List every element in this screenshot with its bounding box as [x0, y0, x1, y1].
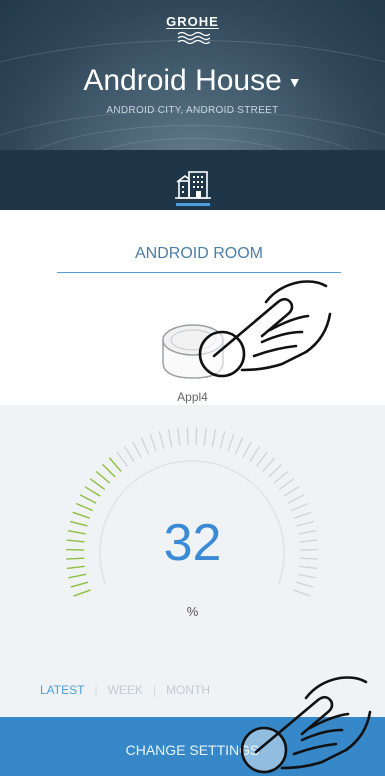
house-title: Android House — [83, 64, 282, 97]
gauge-tick — [297, 573, 316, 579]
gauge-value: 32 — [163, 514, 222, 572]
gauge-tick — [211, 429, 217, 448]
gauge-tick — [268, 463, 283, 478]
gauge-unit: % — [186, 604, 199, 619]
gauge-tick — [70, 581, 89, 588]
gauge-tick — [255, 451, 268, 467]
gauge-tick — [219, 431, 226, 449]
gauge-tick — [278, 478, 295, 490]
gauge-tick — [249, 446, 261, 463]
gauge-tick — [242, 441, 252, 459]
tab-separator: | — [94, 683, 98, 697]
gauge-tick — [101, 463, 116, 478]
tab-month[interactable]: MONTH — [166, 683, 210, 697]
gauge-tick — [68, 573, 87, 579]
water-waves-icon — [177, 31, 210, 45]
gauge-tick — [149, 433, 157, 452]
gauge-tick — [167, 429, 173, 448]
gauge-tick — [234, 437, 244, 455]
gauge-tick — [177, 427, 181, 446]
brand-logo: GROHE — [0, 14, 385, 45]
house-selector[interactable]: Android House ▼ — [0, 64, 385, 98]
gauge-tick — [291, 502, 309, 512]
gauge-tick — [262, 457, 276, 472]
home-building-icon[interactable] — [175, 168, 211, 200]
gauge-tick — [75, 502, 93, 512]
gauge-tick — [186, 427, 189, 446]
gauge-tick — [116, 451, 129, 467]
gauge-tick — [227, 433, 235, 452]
tap-hand-icon — [198, 280, 332, 378]
gauge-tick — [203, 427, 207, 446]
nav-active-indicator — [176, 203, 210, 206]
tab-week[interactable]: WEEK — [108, 683, 143, 697]
appliance-label: Appl4 — [177, 390, 208, 404]
gauge-tick — [158, 431, 165, 449]
period-tabs: LATEST | WEEK | MONTH — [40, 683, 210, 697]
gauge-tick — [293, 589, 311, 597]
room-tab[interactable]: ANDROID ROOM — [57, 245, 341, 263]
gauge-tick — [287, 494, 305, 504]
gauge-tick — [95, 470, 111, 484]
tab-separator: | — [152, 683, 157, 697]
gauge-tick — [132, 441, 142, 459]
gauge-tick — [89, 478, 106, 490]
gauge-tick — [84, 486, 101, 497]
gauge-tick — [123, 446, 135, 463]
brand-name: GROHE — [166, 14, 219, 29]
tab-latest[interactable]: LATEST — [40, 683, 84, 697]
gauge-tick — [108, 457, 122, 472]
gauge-tick — [295, 581, 314, 588]
gauge-tick — [140, 437, 150, 455]
house-address: ANDROID CITY, ANDROID STREET — [106, 105, 279, 116]
gauge-tick — [73, 589, 91, 597]
gauge-tick — [195, 427, 198, 446]
gauge-tick — [79, 494, 97, 504]
gauge-tick — [283, 486, 300, 497]
caret-down-icon: ▼ — [287, 74, 302, 91]
tap-hand-icon — [240, 676, 372, 774]
gauge-tick — [273, 470, 289, 484]
